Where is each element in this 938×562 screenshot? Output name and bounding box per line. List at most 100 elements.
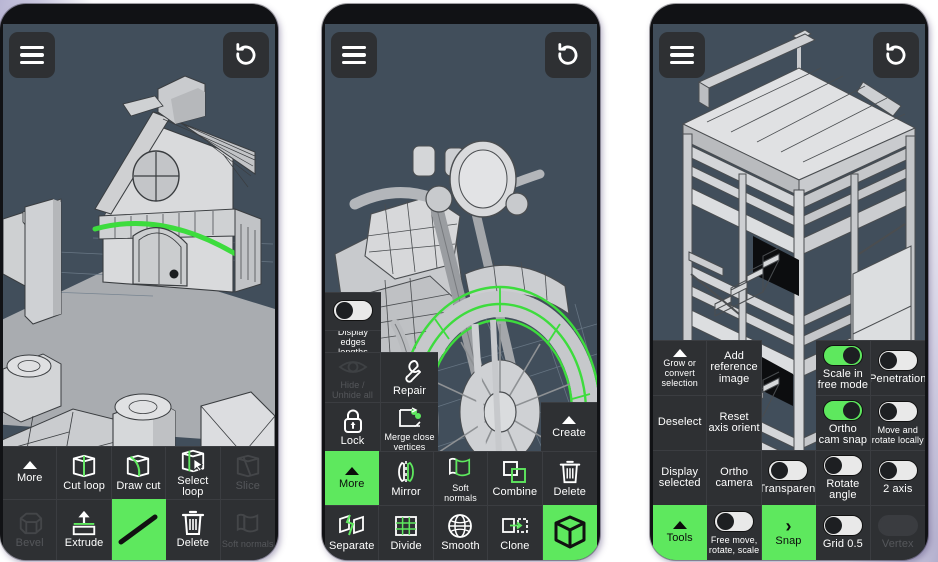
tool-delete[interactable]: Delete [166, 499, 221, 560]
toolbar-row: Tools Free move, rotate, scale › Snap Gr… [653, 505, 925, 560]
tool-bevel: Bevel [3, 499, 58, 560]
tool-label: Extrude [64, 537, 104, 550]
tool-ortho-camera[interactable]: Ortho camera [707, 450, 762, 505]
tool-label: Delete [176, 537, 210, 550]
toggle-switch[interactable] [877, 401, 918, 422]
tool-create[interactable]: Create [541, 402, 597, 452]
menu-button-house[interactable] [9, 32, 55, 78]
toggle-transparent[interactable]: Transparent [761, 450, 817, 505]
tool-soft-normals[interactable]: Soft normals [433, 451, 489, 505]
tool-smooth[interactable]: Smooth [433, 505, 489, 560]
draw-cut-icon [122, 453, 154, 479]
toolbar-building: Grow or convert selection Add reference … [653, 340, 925, 560]
screen-motorcycle: Display edges lengths Hide / Unhide all … [325, 24, 597, 560]
toggle-switch[interactable] [822, 454, 863, 476]
chevron-up-icon [562, 415, 576, 424]
soft-normals-icon [232, 511, 264, 537]
toggle-switch[interactable] [822, 344, 863, 366]
cut-loop-icon [68, 453, 100, 479]
tool-select-loop[interactable]: Select loop [166, 446, 221, 499]
tool-slice: Slice [220, 446, 275, 499]
toolbar-row: Lock Merge close vertices [325, 402, 438, 452]
cube-icon [550, 512, 590, 552]
soft-normals-icon [444, 455, 476, 481]
chevron-up-icon [672, 348, 687, 357]
extrude-icon [69, 510, 99, 536]
tool-combine[interactable]: Combine [488, 451, 543, 505]
toolbar-motorcycle: More Mirror Soft normals Combine Delete … [325, 451, 597, 560]
undo-button-motorcycle[interactable] [545, 32, 591, 78]
tool-label: Reset axis orient [708, 410, 760, 434]
menu-button-motorcycle[interactable] [331, 32, 377, 78]
toggle-rotate-angle[interactable]: Rotate angle [816, 450, 871, 505]
tool-label: Clone [500, 540, 530, 553]
undo-button-building[interactable] [873, 32, 919, 78]
undo-button-house[interactable] [223, 32, 269, 78]
toggle-penetration[interactable]: Penetration [870, 340, 925, 395]
undo-arrow-icon [236, 43, 256, 65]
toggle-switch[interactable] [714, 511, 755, 532]
toggle-free-move-rotate-scale[interactable]: Free move, rotate, scale [707, 505, 762, 560]
tool-grow-or-convert-selection[interactable]: Grow or convert selection [653, 340, 708, 395]
toggle-2-axis[interactable]: 2 axis [870, 450, 925, 505]
tool-deselect[interactable]: Deselect [653, 395, 708, 450]
chevron-up-icon [22, 461, 37, 470]
tool-label: Draw cut [116, 480, 161, 493]
tool-label: Tools [666, 532, 693, 545]
toggle-ortho-cam-snap[interactable]: Ortho cam snap [816, 395, 871, 450]
tool-mirror[interactable]: Mirror [379, 451, 434, 505]
tool-label: Slice [235, 480, 260, 493]
tool-separate[interactable]: Separate [325, 505, 380, 560]
toggle-switch[interactable] [768, 460, 809, 482]
menu-button-building[interactable] [659, 32, 705, 78]
tool-label: Display edges lengths [337, 330, 369, 352]
tool-label: Move and rotate locally [871, 425, 924, 445]
tool-merge-close-vertices[interactable]: Merge close vertices [381, 402, 438, 452]
bevel-icon [14, 510, 46, 536]
toggle-switch[interactable] [877, 350, 918, 372]
tool-label: 2 axis [883, 483, 913, 496]
tool-label: Grow or convert selection [661, 357, 698, 388]
tool-repair[interactable]: Repair [381, 352, 438, 402]
tool-label: Free move, rotate, scale [708, 535, 760, 555]
tool-reset-axis-orient[interactable]: Reset axis orient [707, 395, 762, 450]
tool-clone[interactable]: Clone [488, 505, 543, 560]
undo-arrow-icon [558, 43, 578, 65]
wrench-icon [397, 358, 423, 384]
smooth-icon [447, 513, 473, 539]
tool-display-selected[interactable]: Display selected [653, 450, 708, 505]
toggle-switch[interactable] [822, 515, 863, 537]
tool-draw-cut[interactable]: Draw cut [111, 446, 167, 499]
tool-cube-mode[interactable] [542, 505, 597, 560]
tool-label: Penetration [870, 373, 925, 386]
tool-lock[interactable]: Lock [325, 402, 381, 452]
tool-extrude[interactable]: Extrude [57, 499, 112, 560]
tool-label: Hide / Unhide all [331, 380, 374, 400]
toggle-display-edges-lengths[interactable] [325, 292, 381, 330]
tool-label: Transparent [761, 483, 817, 496]
tool-more[interactable]: More [3, 446, 58, 499]
tool-delete[interactable]: Delete [542, 451, 597, 505]
tool-label: Lock [340, 434, 365, 447]
tool-snap[interactable]: › Snap [761, 505, 817, 560]
tool-label: Deselect [657, 416, 702, 429]
clone-icon [500, 513, 530, 539]
toggle-move-and-rotate-locally[interactable]: Move and rotate locally [870, 395, 925, 450]
trash-icon [180, 510, 206, 536]
undo-arrow-icon [886, 43, 906, 65]
phone-panel-building: Grow or convert selection Add reference … [650, 4, 928, 560]
toggle-switch[interactable] [877, 460, 918, 482]
tool-add-reference-image[interactable]: Add reference image [707, 340, 762, 395]
tool-label: Delete [553, 485, 586, 498]
toggle-switch[interactable] [822, 399, 863, 421]
tool-draw-stroke[interactable] [111, 499, 167, 560]
toolbar-row: Bevel Extrude Delete Soft normals [3, 499, 275, 560]
toggle-scale-in-free-mode[interactable]: Scale in free mode [816, 340, 871, 395]
tool-divide[interactable]: Divide [379, 505, 434, 560]
tool-more[interactable]: More [325, 451, 380, 505]
tool-tools[interactable]: Tools [653, 505, 708, 560]
tool-label: Ortho cam snap [818, 422, 868, 446]
toggle-grid[interactable]: Grid 0.5 [816, 505, 871, 560]
tool-cut-loop[interactable]: Cut loop [57, 446, 112, 499]
toggle-switch[interactable] [333, 299, 373, 321]
